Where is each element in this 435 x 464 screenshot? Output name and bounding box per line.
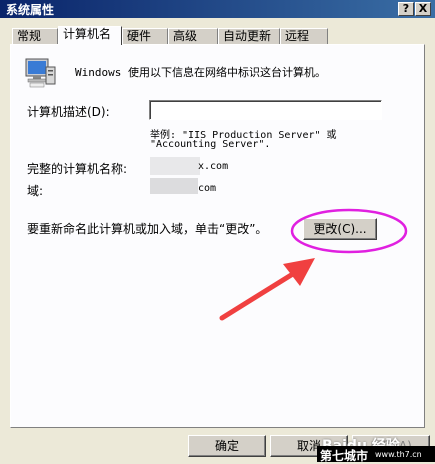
site-watermark: 第七城市 (320, 449, 369, 463)
site-url: www.th7.cn (375, 450, 422, 459)
annotation-overlay (219, 208, 408, 321)
tab-computer-name[interactable]: 计算机名 (58, 26, 122, 45)
arrow-head (283, 258, 315, 286)
ok-button[interactable]: 确定 (188, 435, 266, 457)
arrow-shaft (219, 269, 299, 321)
highlight-circle (290, 208, 408, 254)
